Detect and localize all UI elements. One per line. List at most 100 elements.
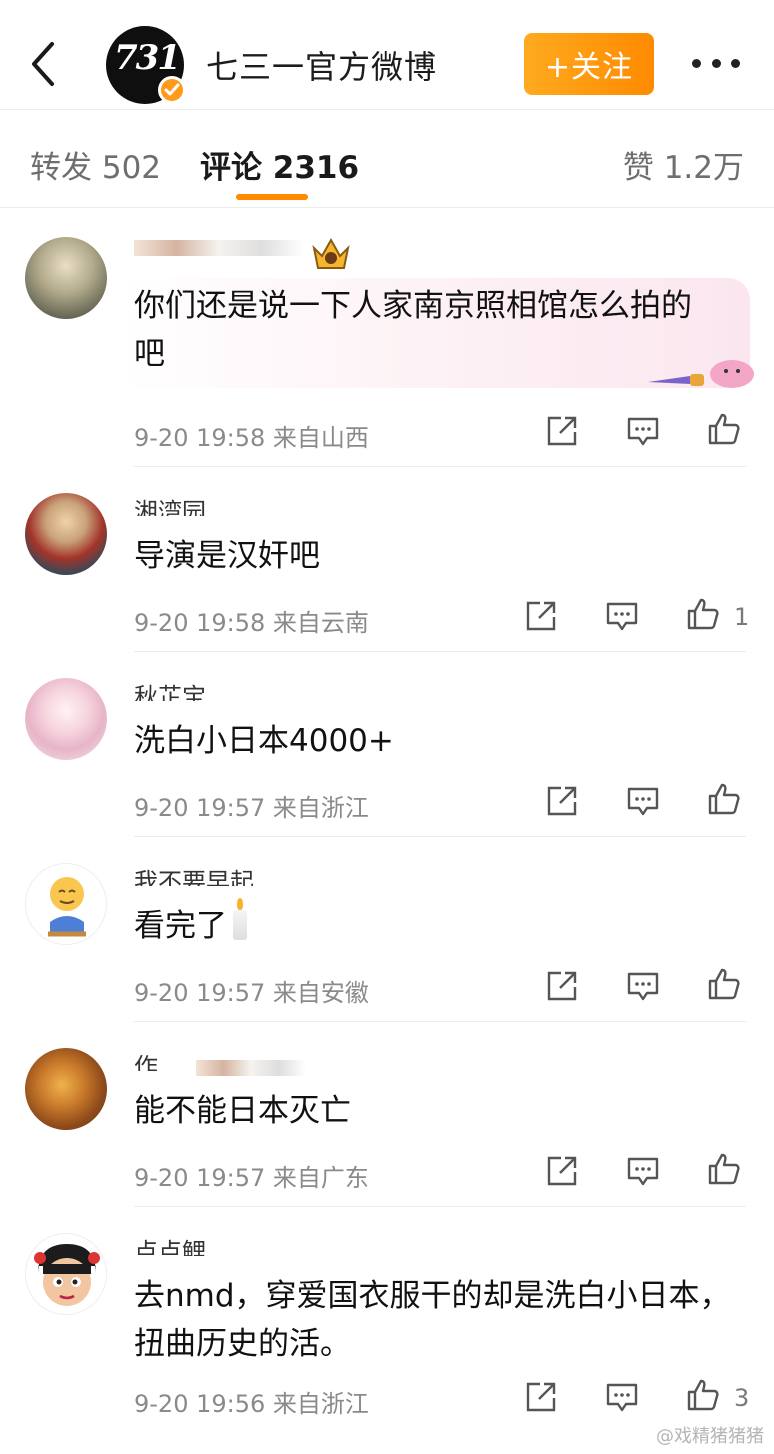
comment-location: 来自山西 [272, 424, 369, 452]
like-button[interactable] [707, 782, 741, 816]
comment-meta: 9-20 19:56 来自浙江 [134, 1384, 369, 1419]
share-button[interactable] [524, 599, 558, 633]
tab-repost[interactable]: 转发 502 [30, 142, 161, 187]
like-button[interactable] [686, 1378, 720, 1412]
comment-location: 来自云南 [272, 609, 369, 637]
divider [134, 466, 746, 467]
share-button[interactable] [545, 784, 579, 818]
comment-location: 来自广东 [272, 1164, 369, 1192]
reply-button[interactable] [605, 1380, 639, 1414]
avatar[interactable] [25, 678, 107, 760]
avatar[interactable] [25, 493, 107, 575]
username[interactable]: 秋芷宝 [134, 679, 206, 701]
comment-time: 9-20 19:58 [134, 609, 266, 637]
reply-button[interactable] [626, 414, 660, 448]
comment-text: 你们还是说一下人家南京照相馆怎么拍的 吧 [134, 282, 692, 378]
username[interactable]: 作 [134, 1049, 158, 1071]
comment-meta: 9-20 19:57 来自浙江 [134, 788, 369, 823]
reply-button[interactable] [626, 784, 660, 818]
comment-icon [627, 1157, 659, 1186]
thumbs-up-icon [708, 413, 740, 445]
comment-time: 9-20 19:57 [134, 979, 266, 1007]
username-redacted[interactable] [134, 240, 304, 256]
reply-button[interactable] [626, 969, 660, 1003]
comment-meta: 9-20 19:57 来自广东 [134, 1158, 369, 1193]
comment-location: 来自安徽 [272, 979, 369, 1007]
comment-text-line: 洗白小日本4000+ [134, 723, 394, 759]
divider [134, 1206, 746, 1207]
comment-time: 9-20 19:56 [134, 1390, 266, 1418]
comment-icon [606, 602, 638, 631]
username[interactable]: 点点鲤 [134, 1234, 206, 1256]
more-dot [711, 58, 721, 68]
thumbs-up-icon [708, 1153, 740, 1185]
comment-icon [627, 787, 659, 816]
comment-text: 导演是汉奸吧 [134, 532, 320, 580]
reply-button[interactable] [605, 599, 639, 633]
comment-location: 来自浙江 [272, 1390, 369, 1418]
like-count: 1 [734, 603, 750, 631]
username[interactable]: 我不要早起 [134, 864, 254, 886]
share-button[interactable] [524, 1380, 558, 1414]
thumbs-up-icon [708, 783, 740, 815]
comment-text-line: 你们还是说一下人家南京照相馆怎么拍的 [134, 288, 692, 324]
account-name[interactable]: 七三一官方微博 [206, 42, 437, 88]
avatar[interactable] [25, 1233, 107, 1315]
comment-text-line: 去nmd，穿爱国衣服干的却是洗白小日本， [134, 1278, 731, 1314]
share-icon [547, 1156, 577, 1186]
comment-text: 去nmd，穿爱国衣服干的却是洗白小日本， 扭曲历史的活。 [134, 1272, 731, 1368]
active-tab-indicator [236, 194, 308, 200]
avatar[interactable] [25, 237, 107, 319]
back-button[interactable] [26, 38, 66, 90]
share-icon [547, 786, 577, 816]
tab-comments[interactable]: 评论 2316 [200, 142, 359, 187]
like-button[interactable] [686, 597, 720, 631]
comment-text-line: 吧 [134, 336, 165, 372]
share-button[interactable] [545, 969, 579, 1003]
avatar[interactable] [25, 863, 107, 945]
verified-badge-icon [158, 76, 186, 104]
comment-text-line: 看完了 [134, 908, 227, 944]
comment-text: 能不能日本灭亡 [134, 1087, 351, 1135]
avatar[interactable] [25, 1048, 107, 1130]
follow-button[interactable]: +关注 [524, 33, 654, 95]
thumbs-up-icon [708, 968, 740, 1000]
comment-meta: 9-20 19:58 来自云南 [134, 603, 369, 638]
share-icon [547, 971, 577, 1001]
like-button[interactable] [707, 1152, 741, 1186]
comment-time: 9-20 19:57 [134, 1164, 266, 1192]
comment-location: 来自浙江 [272, 794, 369, 822]
thumbs-up-icon [687, 598, 719, 630]
comment-icon [627, 972, 659, 1001]
comment-text-line: 导演是汉奸吧 [134, 538, 320, 574]
more-options-button[interactable] [692, 46, 740, 80]
like-button[interactable] [707, 412, 741, 446]
watermark: @戏精猪猪猪 [656, 1426, 764, 1447]
thumbs-up-icon [687, 1379, 719, 1411]
comment-meta: 9-20 19:57 来自安徽 [134, 973, 369, 1008]
divider [134, 651, 746, 652]
like-button[interactable] [707, 967, 741, 1001]
comment-text-line: 扭曲历史的活。 [134, 1326, 351, 1362]
comment-text: 看完了 [134, 898, 247, 950]
top-bar: 731 七三一官方微博 +关注 [0, 0, 774, 110]
share-icon [547, 416, 577, 446]
share-icon [526, 601, 556, 631]
tab-likes[interactable]: 赞 1.2万 [623, 142, 744, 187]
cartoon-avatar-icon [34, 1244, 100, 1306]
comment-icon [627, 417, 659, 446]
share-icon [526, 1382, 556, 1412]
username[interactable]: 湘湾园 [134, 494, 206, 516]
chevron-left-icon [32, 42, 54, 86]
like-count: 3 [734, 1384, 750, 1412]
comment-time: 9-20 19:57 [134, 794, 266, 822]
share-button[interactable] [545, 1154, 579, 1188]
divider [134, 1021, 746, 1022]
comment-meta: 9-20 19:58 来自山西 [134, 418, 369, 453]
divider [134, 836, 746, 837]
share-button[interactable] [545, 414, 579, 448]
emoji-avatar-icon [48, 877, 86, 937]
reply-button[interactable] [626, 1154, 660, 1188]
more-dot [692, 58, 701, 68]
comment-text: 洗白小日本4000+ [134, 717, 394, 765]
